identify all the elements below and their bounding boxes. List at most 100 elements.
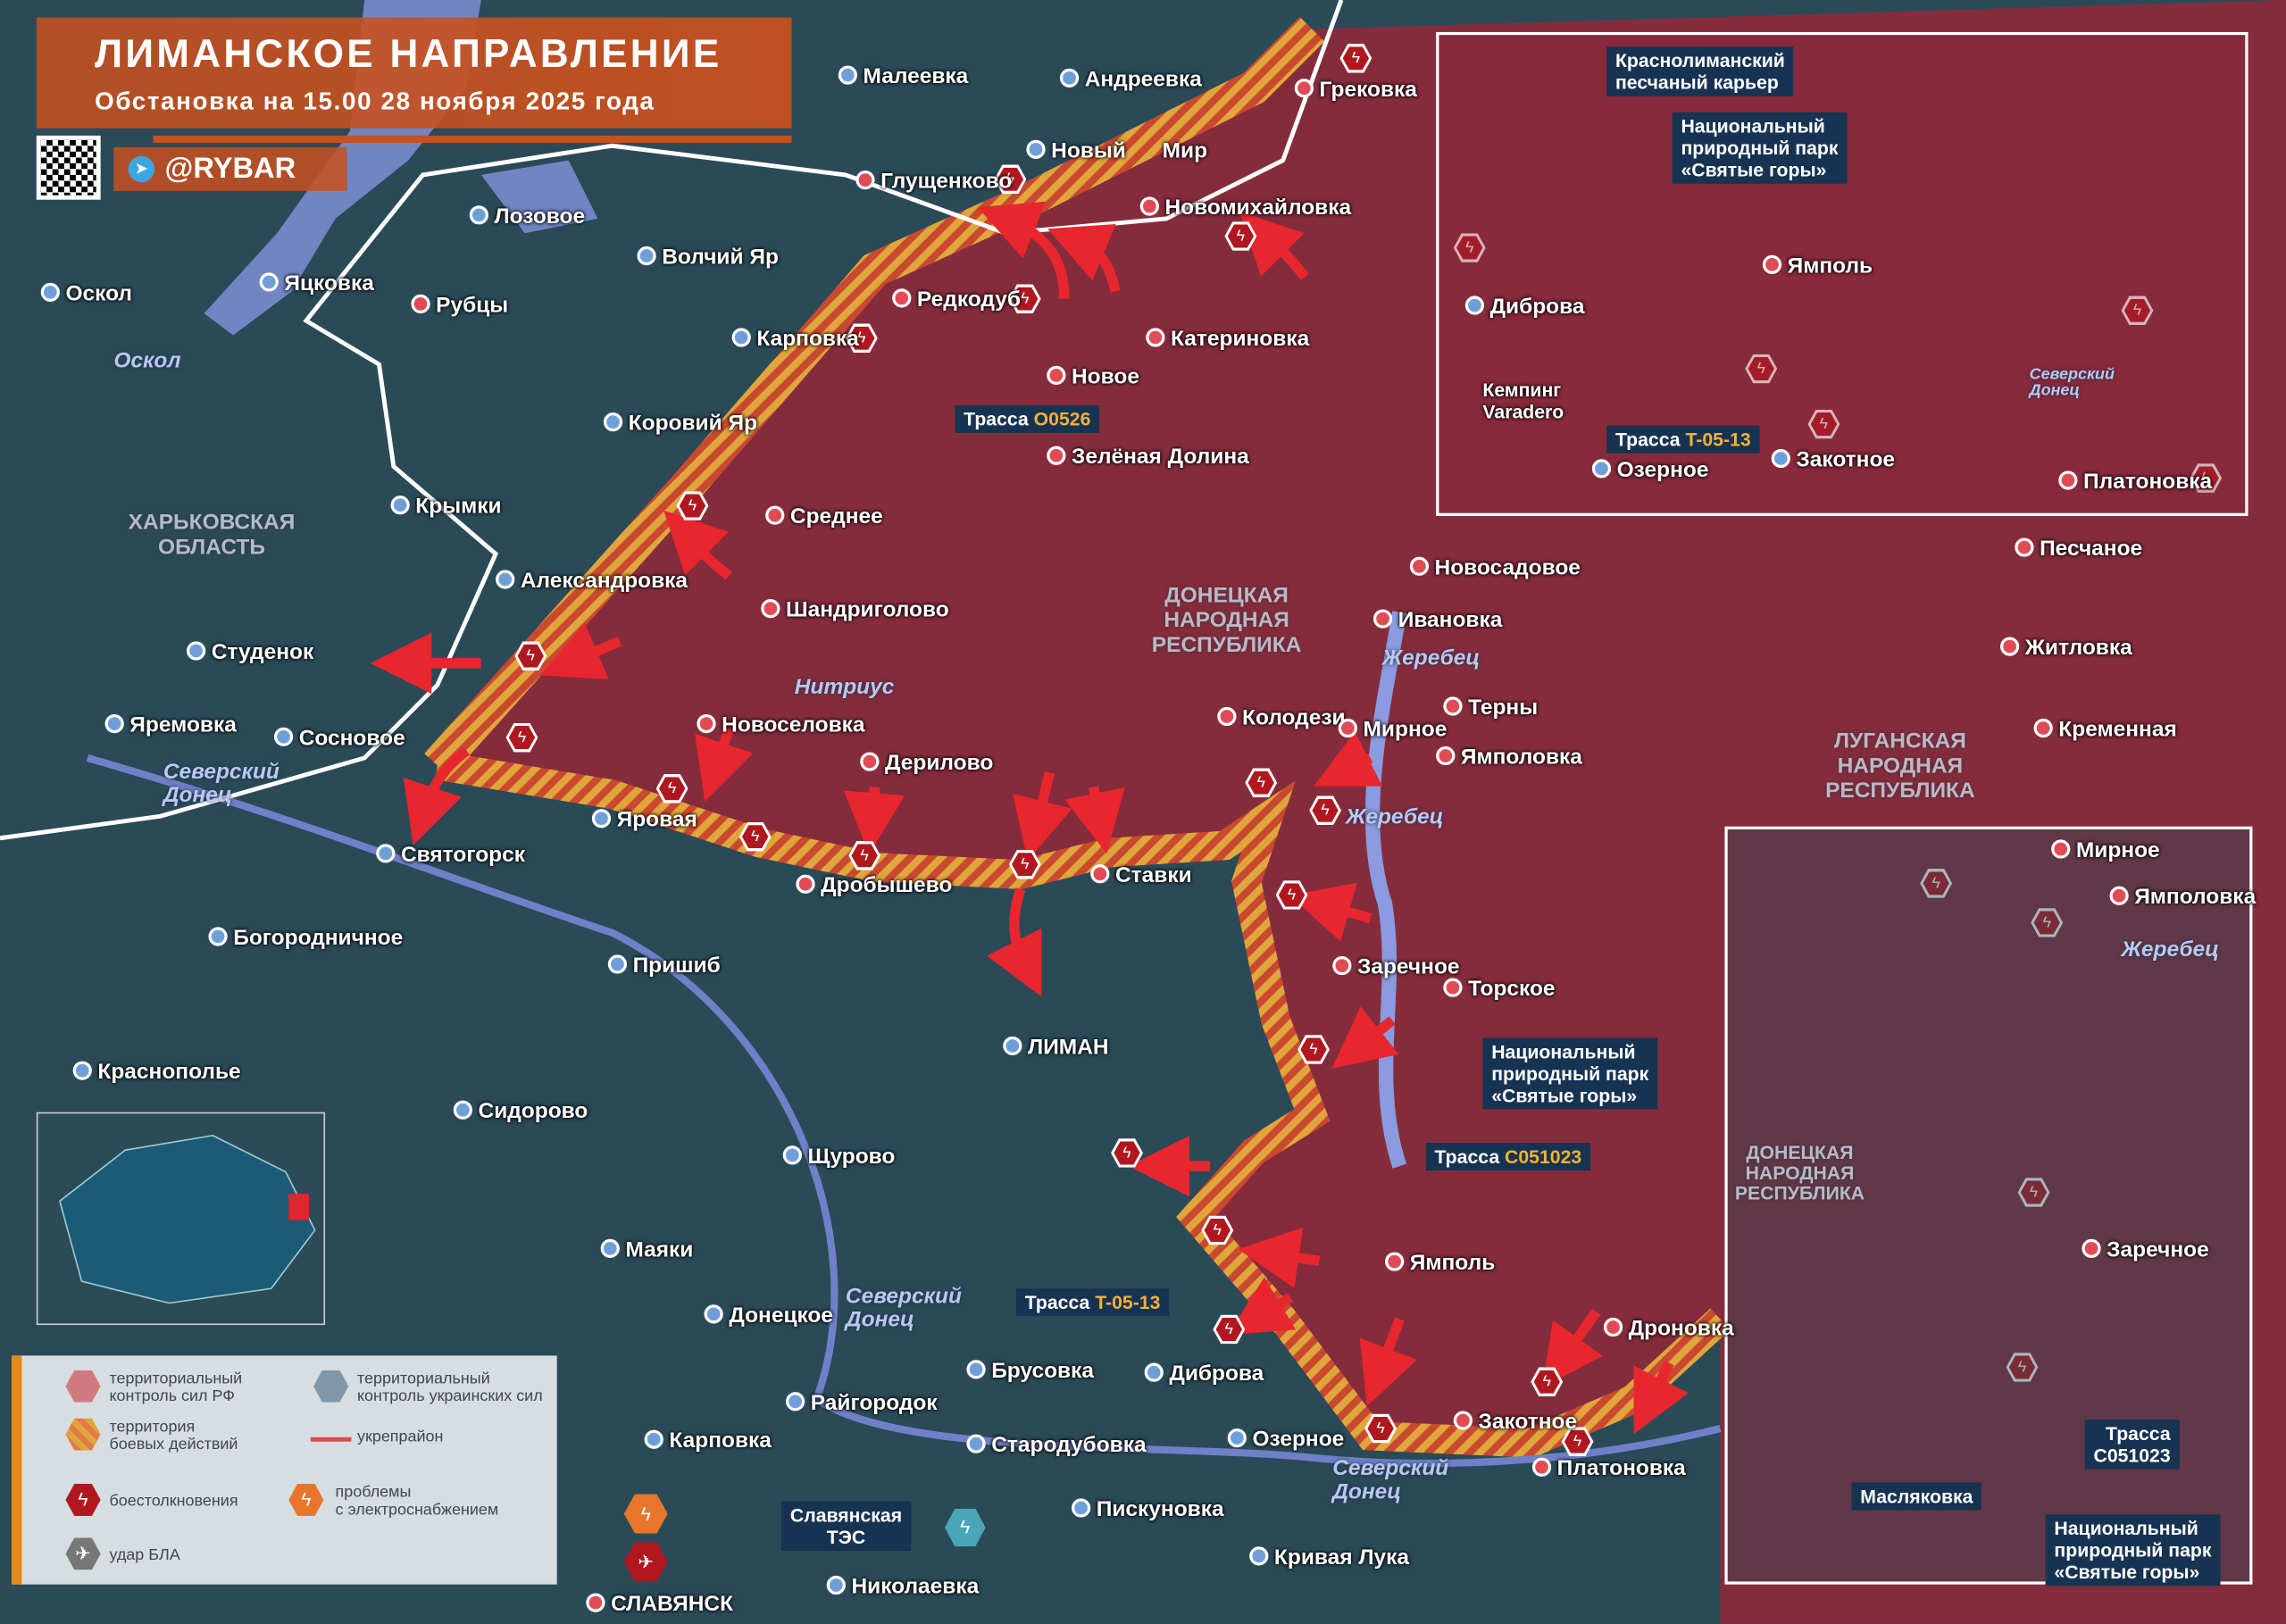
place-label: Яцковка — [260, 271, 373, 296]
inset1-place: Закотное — [1772, 447, 1895, 472]
place-label: Маяки — [601, 1237, 693, 1262]
legend-clash-icon: ϟ — [65, 1484, 101, 1516]
inset1-river: Северский Донец — [2029, 365, 2115, 400]
place-label: Краснополье — [73, 1060, 240, 1085]
inset2-river: Жеребец — [2121, 937, 2219, 962]
place-label: Катериновка — [1146, 327, 1309, 352]
river-label: Северский Донец — [163, 759, 279, 808]
place-label: Платоновка — [1532, 1456, 1686, 1481]
place-label: СЛАВЯНСК — [586, 1592, 733, 1617]
road-t0513-label: Трасса T-05-13 — [1015, 1288, 1170, 1317]
road-prefix: Трасса — [1024, 1291, 1096, 1314]
place-label: Дерилово — [860, 751, 993, 776]
place-label: ЛИМАН — [1003, 1035, 1109, 1060]
legend-combat-label: территория боевых действий — [109, 1418, 238, 1453]
road-prefix: Трасса — [1434, 1145, 1506, 1168]
place-label: Колодези — [1217, 705, 1346, 730]
lightning-icon: ϟ — [851, 844, 878, 868]
place-label: Сидорово — [454, 1099, 588, 1124]
place-label: Кривая Лука — [1249, 1545, 1409, 1570]
arrow — [1064, 786, 1125, 854]
place-label: Дроновка — [1604, 1316, 1734, 1341]
title-banner: ЛИМАНСКОЕ НАПРАВЛЕНИЕ Обстановка на 15.0… — [36, 17, 792, 129]
place-label: Шандриголово — [761, 597, 949, 622]
place-label: Яровая — [592, 807, 697, 832]
arrow — [843, 787, 905, 854]
place-label: Ямполовка — [1436, 745, 1582, 770]
telegram-handle[interactable]: ➤ @RYBAR — [113, 146, 347, 191]
place-label: Пискуновка — [1072, 1497, 1224, 1522]
legend-clash-label: боестолкновения — [109, 1492, 238, 1511]
inset2-place: Мирное — [2051, 838, 2160, 863]
place-label: Грековка — [1295, 78, 1417, 103]
page-subtitle: Обстановка на 15.00 28 ноября 2025 года — [95, 87, 655, 115]
inset2-region: ДОНЕЦКАЯ НАРОДНАЯ РЕСПУБЛИКА — [1734, 1141, 1865, 1204]
river-label: Оскол — [113, 348, 181, 373]
minimap-svg — [59, 1134, 316, 1304]
place-label: Карповка — [732, 327, 859, 352]
title-divider — [153, 135, 792, 143]
inset2-place: Заречное — [2082, 1237, 2209, 1262]
inset2-road: Трасса C051023 — [2084, 1420, 2180, 1470]
legend: территориальный контроль сил РФ территор… — [12, 1355, 557, 1585]
place-label: Мирное — [1339, 717, 1448, 742]
road-o0526-label: Трасса O0526 — [955, 404, 1100, 433]
place-label: Торское — [1443, 977, 1555, 1002]
legend-combat-icon — [65, 1418, 101, 1451]
legend-uav-label: удар БЛА — [109, 1546, 180, 1564]
park-callout: Национальный природный парк «Святые горы… — [1482, 1037, 1658, 1110]
place-label: Карповка — [645, 1428, 772, 1453]
legend-ru-icon — [65, 1370, 101, 1403]
lightning-icon: ϟ — [1204, 1218, 1231, 1243]
road-prefix: Трасса — [964, 408, 1034, 430]
inset-map-zherebets: Мирное Ямполовка Заречное Масляковка Жер… — [1724, 826, 2256, 1587]
place-label: Заречное — [1332, 954, 1460, 979]
place-label: Райгородок — [786, 1391, 938, 1416]
place-label: Новое — [1047, 364, 1139, 389]
inset1-camping: Кемпинг Varadero — [1482, 379, 1564, 423]
river-label: Жеребец — [1345, 804, 1444, 829]
legend-ru-label: территориальный контроль сил РФ — [109, 1370, 243, 1405]
place-label: Новосадовое — [1410, 555, 1581, 580]
place-label: Редкодуб — [892, 287, 1021, 312]
lightning-icon: ϟ — [508, 726, 536, 750]
map-stage: ϟϟϟϟϟϟϟϟϟϟϟϟϟϟϟϟϟϟϟϟϟϟϟϟϟϟϟϟϟϟϟ Красноли… — [0, 0, 2286, 1624]
lightning-icon: ϟ — [1227, 224, 1255, 248]
region-label: ХАРЬКОВСКАЯ ОБЛАСТЬ — [128, 510, 296, 560]
inset2-place-maslyakovka: Масляковка — [1851, 1482, 1982, 1511]
river-label: Нитриус — [794, 674, 895, 700]
lightning-icon: ϟ — [1247, 770, 1274, 795]
place-label: Малеевка — [838, 64, 969, 89]
place-label: Ямполь — [1385, 1251, 1495, 1276]
lightning-icon: ϟ — [1114, 1141, 1140, 1165]
place-label: Брусовка — [966, 1359, 1094, 1384]
legend-power-label: проблемы с электроснабжением — [335, 1484, 499, 1520]
place-label: Александровка — [496, 569, 688, 594]
inset1-place: Платоновка — [2058, 470, 2212, 495]
telegram-icon: ➤ — [128, 155, 155, 183]
road-number: T-05-13 — [1685, 428, 1751, 451]
minimap-country — [59, 1134, 316, 1304]
river-label: Северский Донец — [845, 1284, 962, 1333]
place-label: Закотное — [1454, 1410, 1578, 1435]
minimap-highlight — [288, 1194, 310, 1220]
place-label: Святогорск — [376, 843, 525, 868]
map-root: ϟϟϟϟϟϟϟϟϟϟϟϟϟϟϟϟϟϟϟϟϟϟϟϟϟϟϟϟϟϟϟ Красноли… — [0, 0, 2286, 1624]
place-label: Пришиб — [608, 954, 721, 979]
region-label: ДОНЕЦКАЯ НАРОДНАЯ РЕСПУБЛИКА — [1151, 583, 1302, 658]
inset1-road-label: Трасса T-05-13 — [1606, 425, 1760, 454]
tes-callout: Славянская ТЭС — [781, 1501, 911, 1552]
place-label: Среднее — [765, 504, 883, 529]
lightning-icon: ϟ — [1300, 1037, 1327, 1062]
place-label: Ставки — [1090, 863, 1192, 888]
place-label: Кременная — [2034, 717, 2176, 742]
qr-code[interactable] — [36, 135, 101, 200]
place-label: Диброва — [1145, 1362, 1264, 1387]
road-prefix: Трасса — [1614, 428, 1686, 451]
legend-ua-icon — [313, 1370, 349, 1403]
place-label: Новый Мир — [1026, 138, 1207, 163]
place-label: Крымки — [391, 494, 501, 519]
lightning-icon: ϟ — [1215, 1317, 1243, 1342]
place-label: Андреевка — [1060, 67, 1202, 92]
lightning-icon: ϟ — [1367, 1416, 1394, 1441]
